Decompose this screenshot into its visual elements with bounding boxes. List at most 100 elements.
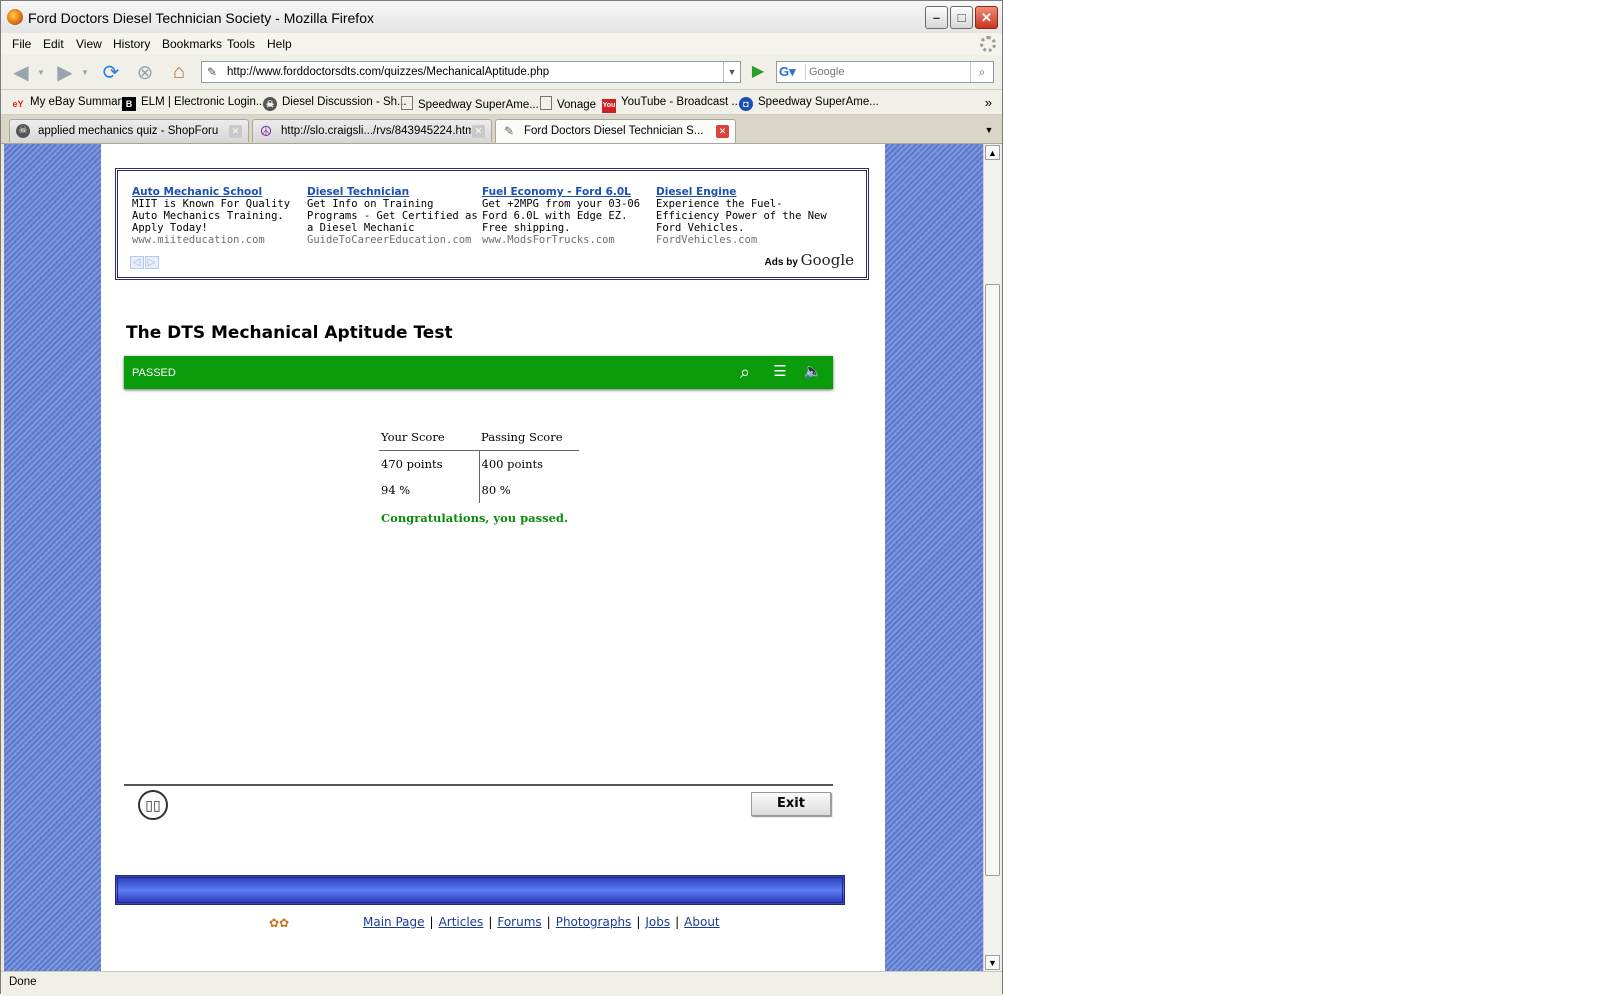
peace-icon: ☮	[259, 123, 273, 139]
tab-shopforum[interactable]: ☠ applied mechanics quiz - ShopForum ✕	[9, 119, 249, 142]
reload-button[interactable]: ⟳	[99, 60, 123, 84]
bookmark-label: My eBay Summary	[30, 96, 128, 108]
ads-by-label: Ads by	[764, 257, 798, 268]
google-ads-box: Auto Mechanic School MIIT is Known For Q…	[115, 168, 869, 280]
footer-link-about[interactable]: About	[684, 915, 719, 929]
ad-title[interactable]: Diesel Engine	[656, 186, 832, 198]
footer-link-articles[interactable]: Articles	[439, 915, 484, 929]
page-icon	[540, 96, 552, 110]
bookmark-item[interactable]: Speedway SuperAme...	[401, 96, 539, 111]
tab-ford-doctors[interactable]: ✎ Ford Doctors Diesel Technician S... ✕	[495, 119, 736, 143]
url-history-dropdown[interactable]: ▼	[723, 62, 740, 82]
ad-url: GuideToCareerEducation.com	[307, 234, 472, 246]
browser-window: Ford Doctors Diesel Technician Society -…	[0, 0, 1003, 996]
passing-score-percent: 80 %	[478, 477, 579, 503]
ad-item[interactable]: Diesel Technician Get Info on Training P…	[307, 186, 483, 246]
activity-throbber-icon	[980, 36, 996, 52]
menu-tools[interactable]: Tools	[227, 37, 255, 51]
footer-link-photographs[interactable]: Photographs	[556, 915, 632, 929]
exit-button[interactable]: Exit	[751, 792, 831, 816]
reload-icon: ⟳	[102, 61, 120, 84]
ads-by-google[interactable]: Ads by Google	[765, 251, 854, 269]
table-row: 94 % 80 %	[379, 477, 579, 503]
bookmark-item[interactable]: You YouTube - Broadcast ...	[602, 96, 741, 113]
ad-item[interactable]: Fuel Economy - Ford 6.0L Get +2MPG from …	[482, 186, 658, 246]
footer-link-main-page[interactable]: Main Page	[363, 915, 425, 929]
scroll-down-icon[interactable]: ▼	[985, 955, 1000, 970]
ad-title[interactable]: Auto Mechanic School	[132, 186, 308, 198]
separator: |	[636, 915, 641, 929]
search-engine-selector[interactable]: G▾	[779, 64, 806, 80]
bookmarks-overflow-icon[interactable]: »	[985, 95, 992, 110]
table-row: 470 points 400 points	[379, 450, 579, 477]
bookmark-item[interactable]: Vonage	[540, 96, 596, 111]
search-input[interactable]	[809, 64, 959, 79]
your-score-points: 470 points	[381, 457, 443, 471]
status-text: Done	[9, 976, 37, 988]
search-icon[interactable]: ⌕	[970, 62, 993, 82]
footer-link-forums[interactable]: Forums	[497, 915, 541, 929]
scroll-up-icon[interactable]: ▲	[985, 145, 1000, 160]
site-logo-icon: ✿✿	[269, 916, 290, 930]
tab-bar: ☠ applied mechanics quiz - ShopForum ✕ ☮…	[1, 115, 1002, 144]
ad-title[interactable]: Fuel Economy - Ford 6.0L	[482, 186, 658, 198]
ad-prev-icon[interactable]: ◁	[130, 256, 144, 269]
score-table: Your Score Passing Score 470 points 400 …	[379, 424, 579, 503]
back-button[interactable]: ◀	[9, 60, 33, 84]
footer-link-jobs[interactable]: Jobs	[645, 915, 670, 929]
url-text[interactable]: http://www.forddoctorsdts.com/quizzes/Me…	[227, 66, 549, 78]
audio-icon[interactable]: 🔈	[803, 362, 823, 382]
search-icon[interactable]: ⌕	[735, 362, 755, 382]
tab-label: Ford Doctors Diesel Technician S...	[524, 125, 704, 137]
stop-icon: ⊗	[136, 61, 154, 84]
vertical-scrollbar[interactable]: ▲ ▼	[983, 144, 1001, 971]
youtube-icon: You	[602, 99, 616, 113]
back-history-dropdown[interactable]: ▼	[35, 60, 47, 84]
minimize-button[interactable]: –	[925, 6, 948, 29]
ad-url: www.ModsForTrucks.com	[482, 234, 615, 246]
go-button[interactable]: ▶	[747, 61, 769, 83]
stop-button[interactable]: ⊗	[133, 60, 157, 84]
quiz-status: PASSED	[132, 367, 176, 379]
tab-craigslist[interactable]: ☮ http://slo.craigsli.../rvs/843945224.h…	[252, 119, 492, 142]
window-controls: – □ ✕	[925, 6, 998, 29]
ad-item[interactable]: Diesel Engine Experience the Fuel-Effici…	[656, 186, 832, 246]
all-tabs-dropdown-icon[interactable]: ▼	[980, 121, 998, 139]
tab-close-icon[interactable]: ✕	[229, 125, 242, 138]
bookmark-item[interactable]: ◘ Speedway SuperAme...	[739, 96, 879, 111]
bookmark-label: Speedway SuperAme...	[758, 96, 879, 108]
menu-bookmarks[interactable]: Bookmarks	[162, 37, 222, 51]
tab-close-icon[interactable]: ✕	[472, 125, 485, 138]
close-button[interactable]: ✕	[975, 6, 998, 29]
page-content: Auto Mechanic School MIIT is Known For Q…	[101, 144, 885, 971]
ad-item[interactable]: Auto Mechanic School MIIT is Known For Q…	[132, 186, 308, 246]
ad-url: www.miiteducation.com	[132, 234, 265, 246]
ad-next-icon[interactable]: ▷	[145, 256, 159, 269]
footer-bar	[115, 875, 845, 905]
tab-close-icon[interactable]: ✕	[716, 125, 729, 138]
separator: |	[546, 915, 551, 929]
transcript-icon[interactable]: ☰	[770, 362, 790, 382]
passing-score-points: 400 points	[478, 450, 579, 477]
menu-view[interactable]: View	[76, 37, 102, 51]
ad-title[interactable]: Diesel Technician	[307, 186, 483, 198]
menu-edit[interactable]: Edit	[43, 37, 64, 51]
pause-button[interactable]: ▯▯	[138, 790, 168, 820]
menu-history[interactable]: History	[113, 37, 150, 51]
forward-button[interactable]: ▶	[53, 60, 77, 84]
ad-description: Get +2MPG from your 03-06 Ford 6.0L with…	[482, 198, 641, 234]
skull-icon: ☠	[16, 124, 30, 138]
address-bar[interactable]: ✎ http://www.forddoctorsdts.com/quizzes/…	[201, 61, 741, 83]
home-button[interactable]: ⌂	[167, 60, 191, 84]
bookmark-item[interactable]: B ELM | Electronic Login...	[122, 96, 265, 111]
bookmark-item[interactable]: eY My eBay Summary	[11, 96, 127, 111]
maximize-button[interactable]: □	[950, 6, 973, 29]
menu-file[interactable]: File	[12, 37, 31, 51]
chase-icon: ◘	[739, 97, 753, 111]
table-header-row: Your Score Passing Score	[379, 424, 579, 451]
menu-help[interactable]: Help	[267, 37, 292, 51]
navigation-toolbar: ◀ ▼ ▶ ▼ ⟳ ⊗ ⌂ ✎ http://www.forddoctorsdt…	[1, 55, 1002, 90]
forward-history-dropdown[interactable]: ▼	[79, 60, 91, 84]
bookmark-item[interactable]: ☠ Diesel Discussion - Sh...	[263, 96, 407, 111]
scrollbar-thumb[interactable]	[985, 284, 1000, 876]
